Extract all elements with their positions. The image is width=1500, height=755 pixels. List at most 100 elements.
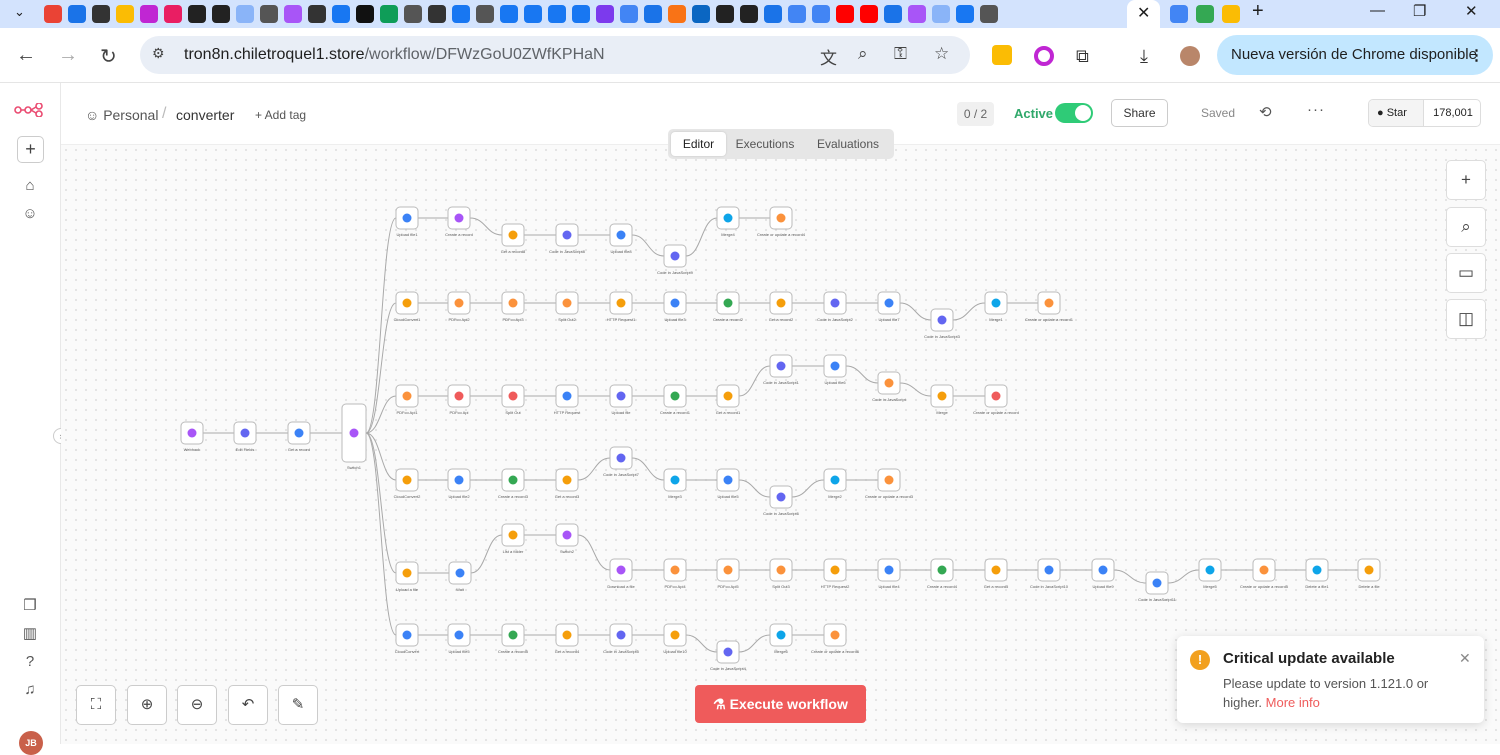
drive-tab-icon[interactable] <box>1196 5 1214 23</box>
window-close-icon[interactable]: ✕ <box>1465 2 1478 20</box>
tab-favicon-21[interactable] <box>548 5 566 23</box>
workflow-node[interactable]: Get a record4 <box>555 623 580 654</box>
execute-workflow-button[interactable]: ⚗ Execute workflow <box>695 685 866 723</box>
sticky-note-icon[interactable]: ▭ <box>1446 253 1486 293</box>
tab-favicon-15[interactable] <box>404 5 422 23</box>
templates-icon[interactable]: ❒ <box>19 595 41 617</box>
workflow-node[interactable]: HTTP Request2 <box>821 558 850 589</box>
tidy-up-icon[interactable]: ✎ <box>278 685 318 725</box>
new-tab-icon[interactable]: + <box>1252 0 1264 23</box>
tab-favicon-38[interactable] <box>956 5 974 23</box>
tab-executions[interactable]: Executions <box>730 132 800 156</box>
workflow-node[interactable]: PDFco Api4 <box>663 558 687 589</box>
workflow-node[interactable]: Merge5 <box>1198 558 1222 589</box>
workflow-node[interactable]: Delete a file1 <box>1305 558 1329 589</box>
panel-toggle-icon[interactable]: ◫ <box>1446 299 1486 339</box>
workflow-node[interactable]: Split Out <box>501 384 525 415</box>
tab-favicon-14[interactable] <box>380 5 398 23</box>
workflow-node[interactable]: Create a record4 <box>927 558 958 589</box>
workflow-node[interactable]: Upload file3 <box>663 291 687 322</box>
site-info-icon[interactable]: ⚙ <box>152 45 172 65</box>
workflow-node[interactable]: PDFco Api1 <box>395 384 419 415</box>
workflow-node[interactable]: Create or update a record6 <box>811 623 860 654</box>
create-button[interactable]: + <box>17 136 44 163</box>
workflow-node[interactable]: Split Out3 <box>769 558 793 589</box>
workflow-node[interactable]: Code in JavaScript <box>872 371 907 402</box>
tab-favicon-17[interactable] <box>452 5 470 23</box>
tab-favicon-33[interactable] <box>836 5 854 23</box>
tab-favicon-10[interactable] <box>284 5 302 23</box>
tab-favicon-34[interactable] <box>860 5 878 23</box>
workflow-node[interactable]: Get a record1 <box>716 384 741 415</box>
workflow-node[interactable]: Code in JavaScript2 <box>817 291 854 322</box>
user-avatar[interactable]: JB <box>19 731 43 755</box>
toast-close-icon[interactable]: ✕ <box>1459 650 1471 667</box>
github-star-button[interactable]: ● Star 178,001 <box>1368 99 1481 127</box>
notifications-bell-icon[interactable]: ♫ <box>19 679 41 701</box>
share-button[interactable]: Share <box>1111 99 1168 127</box>
workflow-node[interactable]: Upload file5 <box>447 623 471 654</box>
workflow-node[interactable]: Edit Fields <box>233 421 257 452</box>
reload-icon[interactable]: ↻ <box>100 44 117 69</box>
workflow-node[interactable]: Merge <box>930 384 954 415</box>
tab-favicon-26[interactable] <box>668 5 686 23</box>
workflow-node[interactable]: Upload file6 <box>823 354 847 385</box>
workflow-node[interactable]: Delete a file <box>1357 558 1381 589</box>
chrome-update-pill[interactable]: Nueva versión de Chrome disponible ⋮ <box>1217 35 1493 75</box>
workflow-node[interactable]: HTTP Request <box>554 384 581 415</box>
tab-favicon-29[interactable] <box>740 5 758 23</box>
workflow-node[interactable]: Code in JavaScript6 <box>763 485 800 516</box>
workflow-node[interactable]: Merge4 <box>716 206 740 237</box>
workflow-node[interactable]: Upload file5 <box>716 468 740 499</box>
tab-favicon-0[interactable] <box>44 5 62 23</box>
tab-favicon-6[interactable] <box>188 5 206 23</box>
workflow-node[interactable]: Upload file <box>609 384 633 415</box>
tab-close-icon[interactable]: ✕ <box>1137 3 1150 23</box>
workflow-node[interactable]: CloudConvert2 <box>394 468 421 499</box>
workflow-node[interactable]: Code in JavaScript10 <box>1030 558 1069 589</box>
tab-favicon-24[interactable] <box>620 5 638 23</box>
workflow-node[interactable]: Code in JavaScript7 <box>603 446 640 477</box>
workflow-node[interactable]: Create a record <box>445 206 473 237</box>
tab-favicon-22[interactable] <box>572 5 590 23</box>
tab-favicon-23[interactable] <box>596 5 614 23</box>
zoom-in-icon[interactable]: ⊕ <box>127 685 167 725</box>
add-node-button[interactable]: + <box>1446 160 1486 200</box>
workflow-node[interactable]: Upload file1 <box>395 206 419 237</box>
tab-favicon-16[interactable] <box>428 5 446 23</box>
tab-favicon-28[interactable] <box>716 5 734 23</box>
workflow-node[interactable]: Create or update a record3 <box>865 468 914 499</box>
tab-favicon-32[interactable] <box>812 5 830 23</box>
restore-icon[interactable]: ❐ <box>1413 2 1426 20</box>
tab-favicon-11[interactable] <box>308 5 326 23</box>
tab-favicon-18[interactable] <box>476 5 494 23</box>
chrome-menu-icon[interactable]: ⋮ <box>1469 46 1484 64</box>
workflow-node[interactable]: Upload a file <box>395 561 419 592</box>
workflow-node[interactable]: Create a record2 <box>713 291 744 322</box>
workflow-node[interactable]: Get a record2 <box>769 291 794 322</box>
url-text[interactable]: tron8n.chiletroquel1.store/workflow/DFWz… <box>184 46 605 64</box>
project-breadcrumb[interactable]: ☺ Personal <box>85 107 158 123</box>
workflow-node[interactable]: Switch2 <box>555 523 579 554</box>
tab-search-chevron-icon[interactable]: ⌄ <box>14 4 25 20</box>
tab-evaluations[interactable]: Evaluations <box>808 132 888 156</box>
workflow-node[interactable]: Get a record3 <box>555 468 580 499</box>
tab-favicon-19[interactable] <box>500 5 518 23</box>
tab-favicon-12[interactable] <box>332 5 350 23</box>
workflow-node[interactable]: Create a record3 <box>498 468 529 499</box>
workflow-node[interactable]: Merge2 <box>823 468 847 499</box>
active-tab[interactable]: ✕ <box>1127 0 1160 28</box>
active-toggle[interactable] <box>1055 103 1093 123</box>
more-info-link[interactable]: More info <box>1266 695 1320 710</box>
workflow-node[interactable]: Get a record8 <box>501 223 526 254</box>
tab-favicon-9[interactable] <box>260 5 278 23</box>
fit-view-icon[interactable]: ⛶ <box>76 685 116 725</box>
home-icon[interactable]: ⌂ <box>19 175 41 197</box>
workflow-node[interactable]: Upload file7 <box>877 291 901 322</box>
add-tag-link[interactable]: + Add tag <box>255 108 306 122</box>
tab-favicon-36[interactable] <box>908 5 926 23</box>
undo-icon[interactable]: ↶ <box>228 685 268 725</box>
workflow-node[interactable]: Code in JavaScript4 <box>710 640 747 671</box>
tab-editor[interactable]: Editor <box>671 132 726 156</box>
workflow-node[interactable]: PDFco Api2 <box>447 291 471 322</box>
